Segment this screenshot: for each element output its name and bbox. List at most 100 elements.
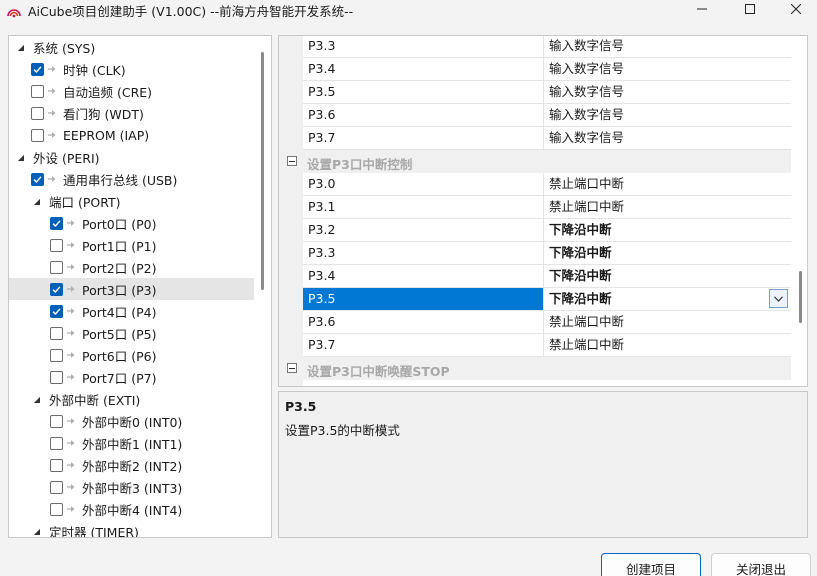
property-value[interactable]: 下降沿中断: [545, 242, 791, 264]
tree-item-checkbox[interactable]: [50, 414, 63, 428]
tree-item-checkbox[interactable]: [50, 260, 63, 274]
property-name: P3.2: [303, 219, 544, 241]
property-value[interactable]: 下降沿中断: [545, 219, 791, 241]
grid-property-row[interactable]: P3.4 下降沿中断: [303, 265, 791, 288]
property-value[interactable]: 下降沿中断: [545, 288, 791, 310]
link-arrow-icon: [66, 351, 76, 359]
tree-item[interactable]: Port4口 (P4): [9, 300, 254, 322]
tree-item-checkbox[interactable]: [31, 84, 44, 98]
tree-item-label: 外设 (PERI): [33, 150, 100, 166]
tree-item[interactable]: 通用串行总线 (USB): [9, 168, 254, 190]
tree-item[interactable]: ◢ 系统 (SYS): [9, 36, 254, 58]
expand-triangle-icon[interactable]: ◢: [31, 195, 43, 207]
tree-item[interactable]: ◢ 端口 (PORT): [9, 190, 254, 212]
tree-item[interactable]: Port2口 (P2): [9, 256, 254, 278]
grid-property-row[interactable]: P3.6 禁止端口中断: [303, 311, 791, 334]
collapse-toggle-icon[interactable]: [287, 363, 297, 373]
minimize-icon: [697, 8, 707, 10]
peripheral-tree[interactable]: ◢ 系统 (SYS) 时钟 (CLK) 自动追频 (CRE) 看门狗 (WDT) EEPR…: [8, 35, 272, 538]
grid-property-row[interactable]: P3.6 输入数字信号: [303, 104, 791, 127]
grid-property-row[interactable]: P3.2 下降沿中断: [303, 219, 791, 242]
tree-item-checkbox[interactable]: [50, 216, 63, 230]
grid-scrollbar[interactable]: [799, 271, 802, 323]
tree-item-checkbox[interactable]: [31, 106, 44, 120]
property-value[interactable]: 输入数字信号: [545, 104, 791, 126]
expand-triangle-icon[interactable]: ◢: [15, 151, 27, 163]
tree-item-checkbox[interactable]: [31, 172, 44, 186]
property-value[interactable]: 输入数字信号: [545, 36, 791, 57]
grid-property-row[interactable]: P3.0 禁止端口中断: [303, 173, 791, 196]
tree-item[interactable]: ◢ 外设 (PERI): [9, 146, 254, 168]
link-arrow-icon: [47, 65, 57, 73]
tree-item[interactable]: Port5口 (P5): [9, 322, 254, 344]
property-value[interactable]: 禁止端口中断: [545, 196, 791, 218]
property-name: P3.3: [303, 36, 544, 57]
property-value[interactable]: 下降沿中断: [545, 265, 791, 287]
grid-property-row[interactable]: P3.3 下降沿中断: [303, 242, 791, 265]
tree-item[interactable]: 自动追频 (CRE): [9, 80, 254, 102]
tree-item-label: Port7口 (P7): [82, 370, 157, 386]
tree-item[interactable]: ◢ 外部中断 (EXTI): [9, 388, 254, 410]
tree-item[interactable]: Port0口 (P0): [9, 212, 254, 234]
tree-item[interactable]: 时钟 (CLK): [9, 58, 254, 80]
property-value[interactable]: 禁止端口中断: [545, 311, 791, 333]
tree-item-checkbox[interactable]: [31, 128, 44, 142]
grid-property-row[interactable]: P3.7 输入数字信号: [303, 127, 791, 150]
tree-item[interactable]: 外部中断1 (INT1): [9, 432, 254, 454]
tree-item-checkbox[interactable]: [50, 304, 63, 318]
tree-item-checkbox[interactable]: [50, 458, 63, 472]
maximize-button[interactable]: [727, 0, 773, 18]
grid-property-row[interactable]: P3.5 下降沿中断: [303, 288, 791, 311]
close-window-button[interactable]: [773, 0, 817, 18]
tree-item[interactable]: Port1口 (P1): [9, 234, 254, 256]
tree-item[interactable]: Port3口 (P3): [9, 278, 254, 300]
tree-item-checkbox[interactable]: [31, 62, 44, 76]
property-value-text: 下降沿中断: [549, 245, 612, 260]
title-bar: AiCube项目创建助手 (V1.00C) --前海方舟智能开发系统--: [0, 0, 817, 30]
link-arrow-icon: [66, 483, 76, 491]
tree-item-label: 外部中断 (EXTI): [49, 392, 141, 408]
tree-item-checkbox[interactable]: [50, 238, 63, 252]
close-exit-button[interactable]: 关闭退出: [711, 553, 811, 576]
tree-item[interactable]: EEPROM (IAP): [9, 124, 254, 146]
tree-item-checkbox[interactable]: [50, 326, 63, 340]
tree-item-checkbox[interactable]: [50, 480, 63, 494]
tree-item[interactable]: 外部中断3 (INT3): [9, 476, 254, 498]
close-icon: [791, 4, 801, 14]
tree-item[interactable]: 看门狗 (WDT): [9, 102, 254, 124]
tree-item[interactable]: 外部中断2 (INT2): [9, 454, 254, 476]
grid-category[interactable]: 设置P3口中断控制: [279, 150, 791, 173]
grid-property-row[interactable]: P3.5 输入数字信号: [303, 81, 791, 104]
collapse-toggle-icon[interactable]: [287, 156, 297, 166]
property-name: P3.6: [303, 104, 544, 126]
grid-property-row[interactable]: P3.3 输入数字信号: [303, 36, 791, 58]
grid-property-row[interactable]: P3.4 输入数字信号: [303, 58, 791, 81]
tree-item[interactable]: ◢ 定时器 (TIMER): [9, 520, 254, 538]
property-value[interactable]: 禁止端口中断: [545, 334, 791, 356]
property-value[interactable]: 输入数字信号: [545, 81, 791, 103]
property-value[interactable]: 输入数字信号: [545, 127, 791, 149]
grid-property-row[interactable]: P3.1 禁止端口中断: [303, 196, 791, 219]
tree-scrollbar[interactable]: [261, 52, 264, 290]
tree-item[interactable]: Port7口 (P7): [9, 366, 254, 388]
property-grid[interactable]: P3.3 输入数字信号 P3.4 输入数字信号 P3.5 输入数字信号 P3.6 输入数字信号…: [278, 35, 808, 387]
create-project-button[interactable]: 创建项目: [601, 553, 701, 576]
value-dropdown-button[interactable]: [769, 289, 788, 308]
grid-category[interactable]: 设置P3口中断唤醒STOP: [279, 357, 791, 380]
expand-triangle-icon[interactable]: ◢: [15, 41, 27, 53]
expand-triangle-icon[interactable]: ◢: [31, 393, 43, 405]
tree-item[interactable]: Port6口 (P6): [9, 344, 254, 366]
expand-triangle-icon[interactable]: ◢: [31, 525, 43, 537]
minimize-button[interactable]: [679, 0, 725, 18]
grid-property-row[interactable]: P3.7 禁止端口中断: [303, 334, 791, 357]
tree-item[interactable]: 外部中断0 (INT0): [9, 410, 254, 432]
tree-item[interactable]: 外部中断4 (INT4): [9, 498, 254, 520]
tree-item-checkbox[interactable]: [50, 502, 63, 516]
tree-item-checkbox[interactable]: [50, 348, 63, 362]
tree-item-checkbox[interactable]: [50, 370, 63, 384]
tree-item-checkbox[interactable]: [50, 282, 63, 296]
property-value[interactable]: 禁止端口中断: [545, 173, 791, 195]
property-value[interactable]: 输入数字信号: [545, 58, 791, 80]
tree-item-checkbox[interactable]: [50, 436, 63, 450]
link-arrow-icon: [66, 307, 76, 315]
